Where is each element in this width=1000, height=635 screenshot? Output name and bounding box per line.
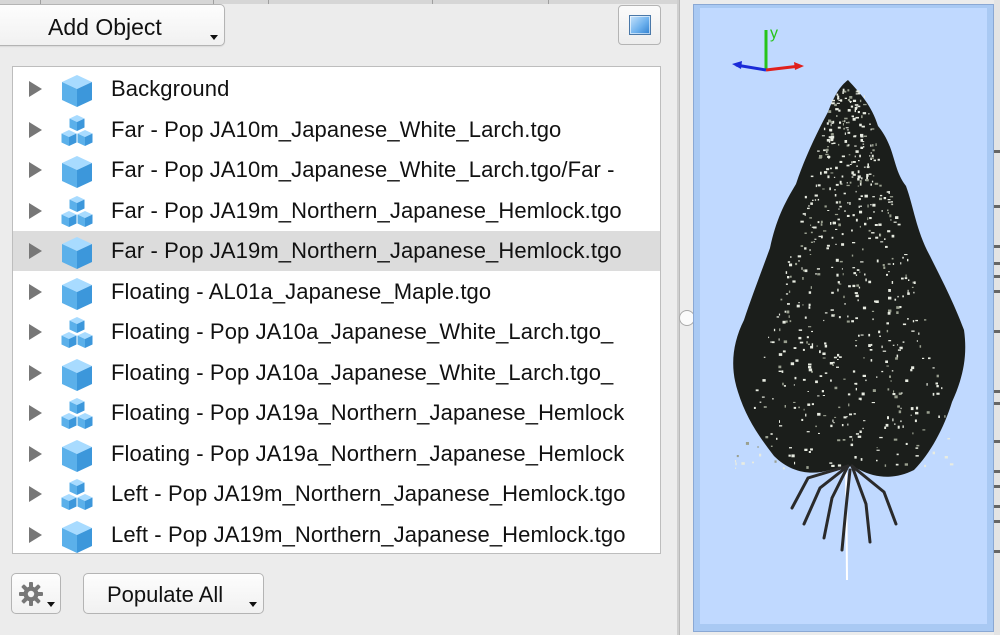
- cube-cluster-icon: [59, 316, 95, 352]
- disclosure-triangle-icon[interactable]: [29, 445, 42, 462]
- list-item[interactable]: Left - Pop JA19m_Northern_Japanese_Hemlo…: [13, 474, 660, 514]
- list-item-label: Floating - Pop JA19a_Northern_Japanese_H…: [111, 400, 625, 425]
- object-tree-list[interactable]: Background Far - Pop JA10m_Japanese_Whit…: [12, 66, 661, 554]
- preview-viewport[interactable]: y: [700, 8, 987, 624]
- chevron-down-icon: [47, 602, 55, 607]
- chevron-down-icon: [210, 35, 218, 40]
- cube-icon: [59, 73, 95, 109]
- list-item-label: Far - Pop JA19m_Northern_Japanese_Hemloc…: [111, 238, 622, 263]
- axis-y-label: y: [770, 25, 778, 42]
- list-item-label: Floating - Pop JA10a_Japanese_White_Larc…: [111, 359, 614, 385]
- disclosure-triangle-icon[interactable]: [29, 526, 42, 543]
- populate-all-button[interactable]: Populate All: [83, 573, 264, 614]
- disclosure-triangle-icon[interactable]: [29, 81, 42, 97]
- list-item[interactable]: Far - Pop JA19m_Northern_Japanese_Hemloc…: [13, 191, 660, 231]
- cube-icon: [59, 519, 95, 554]
- populate-all-label: Populate All: [107, 582, 224, 607]
- list-item[interactable]: Far - Pop JA10m_Japanese_White_Larch.tgo: [13, 110, 660, 150]
- list-item[interactable]: Far - Pop JA19m_Northern_Japanese_Hemloc…: [13, 231, 660, 271]
- disclosure-triangle-icon[interactable]: [29, 324, 42, 340]
- disclosure-triangle-icon[interactable]: [29, 202, 42, 219]
- cube-cluster-icon: [59, 397, 95, 433]
- list-item-label: Background: [111, 76, 230, 101]
- disclosure-triangle-icon[interactable]: [29, 405, 42, 421]
- cube-icon: [59, 276, 95, 312]
- list-item[interactable]: Left - Pop JA19m_Northern_Japanese_Hemlo…: [13, 515, 660, 554]
- cube-icon: [59, 438, 95, 474]
- gear-icon: [19, 582, 43, 606]
- right-scroll-edge: [994, 0, 1000, 635]
- gear-menu-button[interactable]: [11, 573, 61, 614]
- list-item[interactable]: Floating - Pop JA19a_Northern_Japanese_H…: [13, 434, 660, 474]
- cube-icon: [59, 357, 95, 393]
- viewport-toggle-button[interactable]: [618, 5, 661, 45]
- list-item[interactable]: Floating - AL01a_Japanese_Maple.tgo: [13, 272, 660, 312]
- list-item-label: Floating - AL01a_Japanese_Maple.tgo: [111, 278, 492, 304]
- cube-icon: [59, 154, 95, 190]
- cube-icon: [59, 235, 95, 271]
- preview-canvas: y: [732, 25, 966, 581]
- disclosure-triangle-icon[interactable]: [29, 162, 42, 178]
- disclosure-triangle-icon[interactable]: [29, 121, 42, 138]
- list-item-label: Left - Pop JA19m_Northern_Japanese_Hemlo…: [111, 521, 626, 547]
- disclosure-triangle-icon[interactable]: [29, 364, 42, 381]
- list-item[interactable]: Floating - Pop JA10a_Japanese_White_Larc…: [13, 353, 660, 393]
- list-item[interactable]: Floating - Pop JA19a_Northern_Japanese_H…: [13, 393, 660, 433]
- list-item[interactable]: Far - Pop JA10m_Japanese_White_Larch.tgo…: [13, 150, 660, 190]
- cube-cluster-icon: [59, 114, 95, 150]
- cube-cluster-icon: [59, 478, 95, 514]
- cube-cluster-icon: [59, 195, 95, 231]
- add-object-button[interactable]: Add Object: [0, 4, 225, 46]
- add-object-label: Add Object: [48, 14, 162, 40]
- list-item-label: Floating - Pop JA10a_Japanese_White_Larc…: [111, 319, 614, 344]
- chevron-down-icon: [249, 602, 257, 607]
- list-item[interactable]: Floating - Pop JA10a_Japanese_White_Larc…: [13, 312, 660, 352]
- list-item-label: Far - Pop JA10m_Japanese_White_Larch.tgo…: [111, 157, 615, 182]
- list-item-label: Far - Pop JA19m_Northern_Japanese_Hemloc…: [111, 197, 622, 223]
- disclosure-triangle-icon[interactable]: [29, 486, 42, 502]
- viewport-toggle-icon: [629, 15, 651, 35]
- disclosure-triangle-icon[interactable]: [29, 243, 42, 259]
- disclosure-triangle-icon[interactable]: [29, 283, 42, 300]
- list-item-label: Floating - Pop JA19a_Northern_Japanese_H…: [111, 440, 625, 466]
- axis-gizmo: y: [732, 25, 804, 72]
- axis-z-arrow: [732, 61, 742, 69]
- axis-x-arrow: [794, 62, 804, 70]
- list-item-label: Left - Pop JA19m_Northern_Japanese_Hemlo…: [111, 481, 626, 506]
- list-item[interactable]: Background: [13, 69, 660, 109]
- conifer-tree-preview: [733, 80, 966, 581]
- list-item-label: Far - Pop JA10m_Japanese_White_Larch.tgo: [111, 116, 562, 142]
